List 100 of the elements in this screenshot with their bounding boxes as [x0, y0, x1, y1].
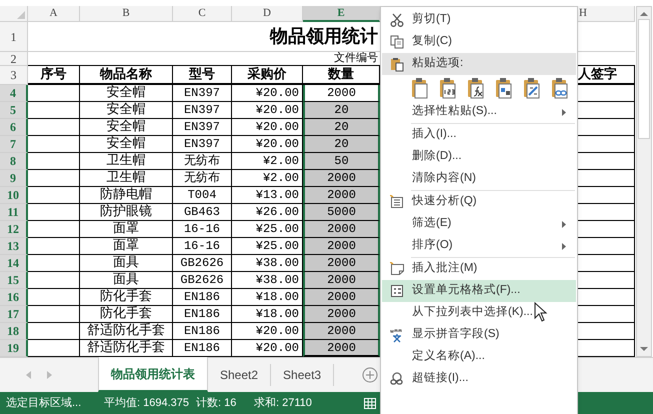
column-heading: 序号	[28, 66, 80, 85]
selected-cell: 5000	[303, 204, 380, 221]
cell-text: 文件编号	[28, 52, 380, 66]
row-number: 9	[0, 170, 28, 187]
table-cell: T004	[173, 187, 232, 204]
table-cell: GB2626	[173, 255, 232, 272]
table-cell: 面罩	[80, 238, 173, 255]
submenu-arrow-icon	[562, 108, 566, 116]
scroll-down-icon[interactable]	[640, 346, 648, 352]
row-number: 3	[0, 66, 28, 85]
table-cell: 安全帽	[80, 136, 173, 153]
selected-cell: 2000	[303, 323, 380, 340]
table-cell: EN397	[173, 102, 232, 119]
row-number: 7	[0, 136, 28, 153]
table-cell: EN186	[173, 323, 232, 340]
row-number: 18	[0, 323, 28, 340]
row-number: 11	[0, 204, 28, 221]
row-number: 15	[0, 272, 28, 289]
paste-formulas-icon[interactable]	[467, 77, 486, 99]
table-cell: 无纺布	[173, 153, 232, 170]
sheet-title: 物品领用统计	[28, 22, 380, 52]
row-number: 5	[0, 102, 28, 119]
status-text: 选定目标区域...	[5, 396, 82, 411]
selected-cell: 2000	[303, 238, 380, 255]
grid-view-icon[interactable]	[364, 398, 376, 408]
column-header[interactable]: E	[303, 6, 380, 22]
add-sheet-icon[interactable]	[362, 367, 378, 383]
table-cell: 卫生帽	[80, 153, 173, 170]
column-header[interactable]: D	[232, 6, 303, 22]
clipboard-icon	[390, 56, 404, 72]
selected-cell: 2000	[303, 289, 380, 306]
table-cell: EN397	[173, 85, 232, 102]
selected-cell: 50	[303, 153, 380, 170]
table-cell: 安全帽	[80, 119, 173, 136]
selected-cell: 2000	[303, 170, 380, 187]
row-number: 1	[0, 22, 28, 52]
paste-formatting-icon[interactable]	[495, 77, 514, 99]
status-text: 平均值: 1694.375	[104, 396, 190, 411]
paste-link-icon[interactable]	[551, 77, 570, 99]
table-cell: 卫生帽	[80, 170, 173, 187]
table-cell: 舒适防化手套	[80, 323, 173, 340]
sheet-tab[interactable]: Sheet2	[208, 364, 272, 386]
comment-icon	[390, 262, 404, 276]
column-header[interactable]: B	[80, 6, 173, 22]
selected-cell: 20	[303, 119, 380, 136]
column-heading: 型号	[173, 66, 232, 85]
scroll-up-icon[interactable]	[640, 11, 648, 17]
selected-cell: 20	[303, 102, 380, 119]
selected-cell: 2000	[303, 272, 380, 289]
table-cell: 面罩	[80, 221, 173, 238]
table-cell: GB2626	[173, 272, 232, 289]
scrollbar-thumb[interactable]	[638, 19, 650, 139]
status-text: 计数: 16	[196, 396, 238, 411]
format-cells-icon	[390, 284, 404, 298]
table-cell: 无纺布	[173, 170, 232, 187]
selected-cell: 2000	[303, 306, 380, 323]
menu-heading: 粘贴选项:	[382, 53, 576, 75]
paste-values-icon[interactable]	[439, 77, 458, 99]
row-number: 4	[0, 85, 28, 102]
paste-icon[interactable]	[411, 77, 430, 99]
table-cell: 防化手套	[80, 306, 173, 323]
column-header[interactable]: A	[28, 6, 80, 22]
column-heading: 采购价	[232, 66, 303, 85]
row-number: 2	[0, 52, 28, 66]
table-cell: 防静电帽	[80, 187, 173, 204]
selected-cell: 20	[303, 136, 380, 153]
submenu-arrow-icon	[562, 220, 566, 228]
sheet-tab[interactable]: Sheet3	[271, 364, 334, 386]
table-cell: 16-16	[173, 221, 232, 238]
table-cell: 安全帽	[80, 102, 173, 119]
row-number: 14	[0, 255, 28, 272]
table-cell: EN186	[173, 306, 232, 323]
row-number: 16	[0, 289, 28, 306]
column-header[interactable]: C	[173, 6, 232, 22]
table-cell: 16-16	[173, 238, 232, 255]
table-cell: 面具	[80, 272, 173, 289]
table-cell: EN397	[173, 136, 232, 153]
table-cell: 防护眼镜	[80, 204, 173, 221]
row-number: 6	[0, 119, 28, 136]
mouse-cursor-icon	[534, 302, 548, 322]
row-number: 8	[0, 153, 28, 170]
row-number: 17	[0, 306, 28, 323]
table-cell: 面具	[80, 255, 173, 272]
row-number: 10	[0, 187, 28, 204]
table-cell: GB463	[173, 204, 232, 221]
selected-cell: 2000	[303, 340, 380, 357]
vertical-scrollbar[interactable]	[636, 6, 652, 357]
table-cell: EN186	[173, 289, 232, 306]
table-cell: 防化手套	[80, 289, 173, 306]
column-header[interactable]: H	[577, 6, 635, 22]
paste-transpose-icon[interactable]	[523, 77, 542, 99]
row-number: 12	[0, 221, 28, 238]
selected-cell: 2000	[303, 85, 380, 102]
table-cell: 安全帽	[80, 85, 173, 102]
submenu-arrow-icon	[562, 242, 566, 250]
selected-cell: 2000	[303, 221, 380, 238]
hyperlink-icon	[390, 372, 404, 386]
sheet-tab[interactable]: 物品领用统计表	[98, 357, 208, 392]
menu-item[interactable]: 设置单元格格式(F)...	[382, 280, 576, 302]
quick-analysis-icon	[390, 195, 404, 209]
